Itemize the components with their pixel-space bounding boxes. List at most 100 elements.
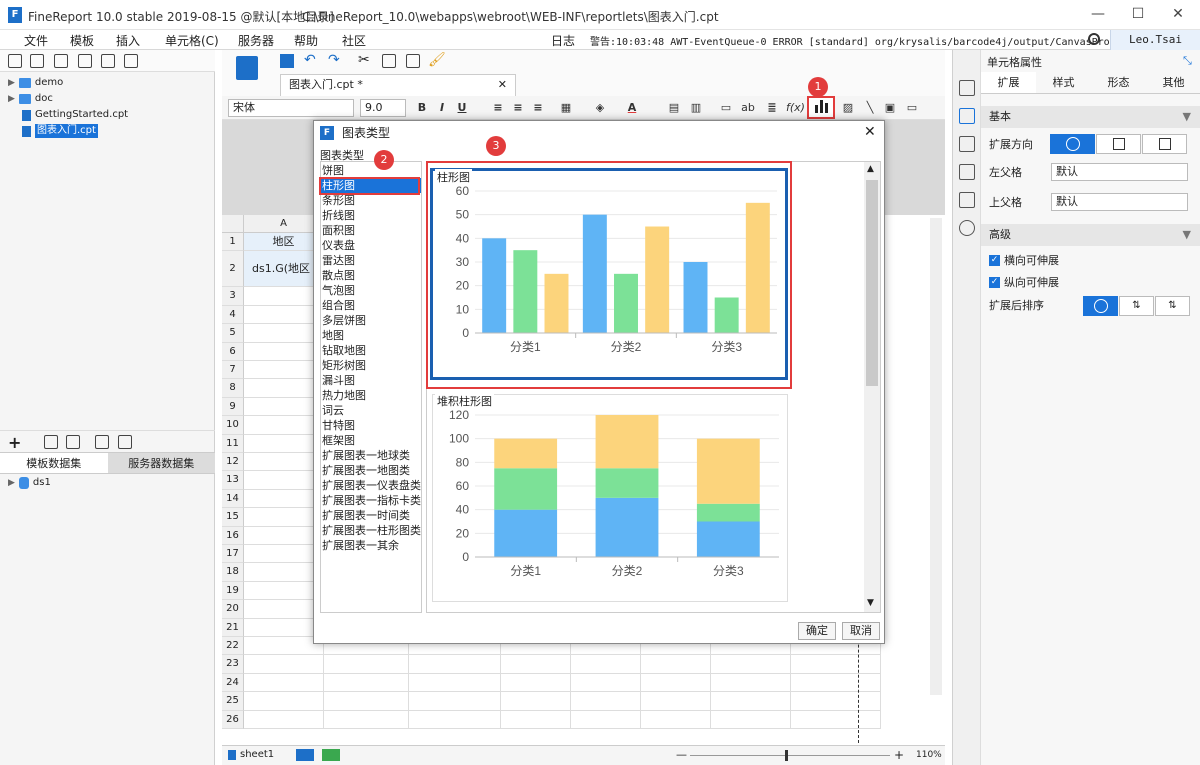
grid-cell[interactable] [409,710,501,729]
grid-cell[interactable] [791,655,881,674]
row-header[interactable]: 15 [222,508,244,527]
resize-icon[interactable]: ⤡ [1183,54,1192,68]
grid-cell[interactable] [244,508,324,527]
grid-cell[interactable] [409,655,501,674]
copy-icon[interactable] [382,54,396,68]
chart-type-item[interactable]: 组合图 [321,298,421,313]
subreport-icon[interactable]: ▣ [882,100,898,116]
grid-cell[interactable] [244,600,324,619]
chart-type-item[interactable]: 框架图 [321,433,421,448]
add-icon[interactable]: + [8,433,21,452]
sync-icon[interactable] [118,435,132,449]
row-header[interactable]: 18 [222,563,244,582]
zoom-out-button[interactable]: — [676,748,687,761]
grid-cell[interactable] [409,673,501,693]
grid-cell[interactable] [244,342,324,361]
no-expand-icon[interactable] [1050,134,1095,154]
tab-template-dataset[interactable]: 模板数据集 [0,453,108,473]
chart-type-item[interactable]: 折线图 [321,208,421,223]
more-icon[interactable]: ▭ [904,100,920,116]
tab-other[interactable]: 其他 [1146,72,1200,93]
grid-cell[interactable] [324,710,409,729]
unmerge-icon[interactable]: ▥ [688,100,704,116]
grid-cell[interactable] [571,692,641,711]
grid-cell[interactable] [244,397,324,417]
zoom-in-button[interactable]: + [894,748,904,762]
grid-cell[interactable] [641,673,711,693]
tree-item-demo[interactable]: ▶ demo [8,76,63,90]
insert-chart-button[interactable] [807,96,835,119]
chart-type-item[interactable]: 扩展图表一柱形图类 [321,523,421,538]
cell-style-icon[interactable] [959,136,975,152]
template-icon[interactable] [236,56,258,80]
ok-button[interactable]: 确定 [798,622,836,640]
chart-type-item[interactable]: 条形图 [321,193,421,208]
cell-element-icon[interactable] [959,108,975,124]
expand-arrow-icon[interactable]: ▶ [8,476,15,490]
chart-type-item[interactable]: 扩展图表一时间类 [321,508,421,523]
user-name[interactable]: Leo.Tsai [1110,30,1200,50]
preview-scrollbar[interactable]: ▲ ▼ [864,162,880,612]
grid-cell[interactable]: 地区 [244,233,324,252]
grid-cell[interactable] [244,545,324,564]
grid-cell[interactable] [244,618,324,637]
column-header[interactable]: A [244,215,324,233]
row-header[interactable]: 3 [222,287,244,306]
merge-icon[interactable]: ▤ [666,100,682,116]
expand-arrow-icon[interactable]: ▶ [8,76,15,90]
grid-cell[interactable] [409,692,501,711]
italic-button[interactable]: I [434,100,450,116]
condition-icon[interactable] [959,192,975,208]
menu-cell[interactable]: 单元格(C) [165,32,219,49]
zoom-slider[interactable] [690,755,890,756]
grid-cell[interactable] [324,655,409,674]
chart-type-item[interactable]: 扩展图表一仪表盘类 [321,478,421,493]
row-header[interactable]: 22 [222,637,244,656]
collapse-icon[interactable]: ▼ [1183,224,1191,246]
row-header[interactable]: 10 [222,416,244,435]
tab-server-dataset[interactable]: 服务器数据集 [107,453,215,473]
maximize-button[interactable]: ☐ [1128,6,1148,22]
chart-type-item[interactable]: 饼图 [321,163,421,178]
grid-cell[interactable] [244,416,324,435]
dialog-close-icon[interactable]: ✕ [864,124,876,140]
insert-text-icon[interactable]: ▭ [718,100,734,116]
grid-cell[interactable] [244,526,324,545]
menu-template[interactable]: 模板 [70,32,94,49]
redo-icon[interactable]: ↷ [328,52,340,68]
align-left-icon[interactable]: ≡ [490,100,506,116]
cell-property-icon[interactable] [959,80,975,96]
grid-cell[interactable] [324,692,409,711]
grid-cell[interactable] [711,692,791,711]
row-header[interactable]: 1 [222,233,244,252]
top-parent-select[interactable]: 默认 [1051,193,1188,211]
dataset-item-ds1[interactable]: ▶ ds1 [8,476,51,490]
paragraph-icon[interactable]: ≣ [764,100,780,116]
row-header[interactable]: 25 [222,692,244,711]
add-sheet-icon[interactable] [296,749,314,761]
border-icon[interactable]: ▦ [558,100,574,116]
copy-icon[interactable] [124,54,138,68]
paste-icon[interactable] [406,54,420,68]
grid-cell[interactable] [244,489,324,509]
fill-color-icon[interactable]: ◈ [592,100,608,116]
chart-type-item[interactable]: 漏斗图 [321,373,421,388]
add-sheet-alt-icon[interactable] [322,749,340,761]
chart-type-item[interactable]: 扩展图表一其余 [321,538,421,553]
grid-cell[interactable] [501,710,571,729]
grid-cell[interactable] [641,710,711,729]
font-size-select[interactable]: 9.0 [360,99,406,117]
row-header[interactable]: 7 [222,361,244,380]
grid-corner[interactable] [222,215,244,233]
chart-type-item[interactable]: 气泡图 [321,283,421,298]
minimize-button[interactable]: — [1088,6,1108,22]
row-header[interactable]: 13 [222,471,244,490]
grid-cell[interactable] [244,305,324,325]
scroll-up-icon[interactable]: ▲ [867,164,874,174]
grid-cell[interactable] [571,710,641,729]
grid-cell[interactable] [501,692,571,711]
chart-type-item[interactable]: 矩形树图 [321,358,421,373]
section-advanced[interactable]: 高级 ▼ [981,224,1200,246]
delete-icon[interactable] [66,435,80,449]
grid-cell[interactable] [791,692,881,711]
